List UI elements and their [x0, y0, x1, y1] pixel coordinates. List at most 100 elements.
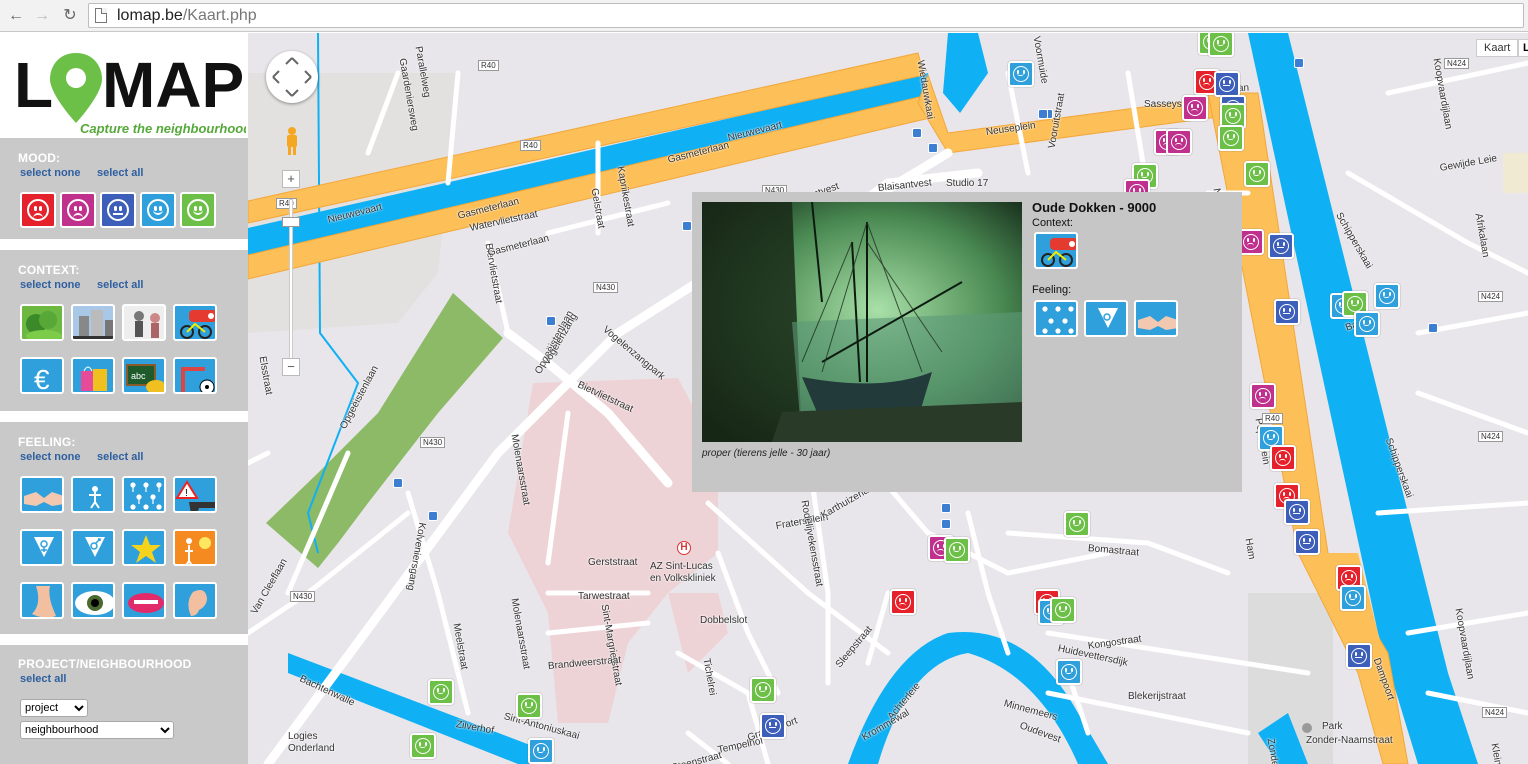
street-label: Zonder-Naamstraat [1306, 735, 1393, 746]
danger-icon[interactable]: ! [173, 476, 217, 513]
alone-icon[interactable] [71, 476, 115, 513]
face-icon [895, 594, 911, 610]
feeling-select-all[interactable]: select all [97, 451, 143, 463]
reload-icon[interactable]: ↻ [60, 6, 80, 26]
mood-marker[interactable] [1214, 71, 1240, 97]
mood-select-none[interactable]: select none [20, 167, 81, 179]
mood-title: MOOD: [18, 151, 61, 165]
back-arrow-icon[interactable]: ← [6, 6, 26, 26]
mood-marker[interactable] [1208, 33, 1234, 57]
crowd-icon[interactable] [122, 476, 166, 513]
map-canvas[interactable]: Nieuwevaart Nieuwevaart Gasmeterlaan Gasmet… [248, 33, 1528, 764]
mood-marker[interactable] [1064, 511, 1090, 537]
neighbourhood-select[interactable]: neighbourhood [20, 721, 174, 739]
mood-marker[interactable] [1268, 233, 1294, 259]
mood-marker[interactable] [890, 589, 916, 615]
bus-stop-icon[interactable] [912, 128, 922, 138]
eye-icon[interactable] [71, 582, 115, 619]
bus-stop-icon[interactable] [941, 503, 951, 513]
mood-very-sad-button[interactable] [20, 192, 56, 228]
bus-stop-icon[interactable] [1038, 109, 1048, 119]
mood-marker[interactable] [1250, 383, 1276, 409]
mood-marker[interactable] [760, 713, 786, 739]
people-icon[interactable] [122, 304, 166, 341]
mood-marker[interactable] [1182, 95, 1208, 121]
mood-marker[interactable] [1354, 311, 1380, 337]
face-icon [1275, 450, 1291, 466]
mood-marker[interactable] [750, 677, 776, 703]
map-type-button[interactable]: Kaart [1476, 39, 1519, 57]
nose-icon[interactable] [20, 582, 64, 619]
street-label: Park [1322, 721, 1343, 732]
shopping-icon[interactable] [71, 357, 115, 394]
bus-stop-icon[interactable] [941, 519, 951, 529]
star-icon[interactable] [122, 529, 166, 566]
svg-text:!: ! [185, 488, 188, 499]
mood-marker[interactable] [1008, 61, 1034, 87]
street-view-pegman-icon[interactable] [284, 125, 300, 157]
mood-marker[interactable] [1294, 529, 1320, 555]
park-icon[interactable] [1302, 723, 1312, 733]
mood-marker[interactable] [1056, 659, 1082, 685]
male-icon[interactable] [71, 529, 115, 566]
mood-sad-button[interactable] [60, 192, 96, 228]
map-type-button-2[interactable]: L [1518, 39, 1528, 57]
face-icon [1225, 108, 1241, 124]
context-select-none[interactable]: select none [20, 279, 81, 291]
mood-marker[interactable] [516, 693, 542, 719]
bus-stop-icon[interactable] [928, 143, 938, 153]
zoom-in-button[interactable]: + [282, 170, 300, 188]
playground-icon[interactable] [173, 357, 217, 394]
female-icon[interactable] [20, 529, 64, 566]
mood-neutral-button[interactable] [100, 192, 136, 228]
mood-marker[interactable] [1374, 283, 1400, 309]
street-label: Tarwestraat [578, 591, 630, 602]
mood-marker[interactable] [1050, 597, 1076, 623]
pan-control[interactable] [266, 51, 318, 103]
bus-stop-icon[interactable] [393, 478, 403, 488]
context-select-all[interactable]: select all [97, 279, 143, 291]
mood-marker[interactable] [1166, 129, 1192, 155]
mood-marker[interactable] [428, 679, 454, 705]
ear-icon[interactable] [173, 582, 217, 619]
project-select[interactable]: project [20, 699, 88, 717]
forward-arrow-icon[interactable]: → [32, 6, 52, 26]
popup-title: Oude Dokken - 9000 [1032, 200, 1157, 215]
mouth-icon[interactable] [122, 582, 166, 619]
hospital-icon[interactable]: H [677, 541, 691, 555]
mood-marker[interactable] [1244, 161, 1270, 187]
mood-marker[interactable] [1218, 125, 1244, 151]
mood-very-happy-button[interactable] [180, 192, 216, 228]
face-icon [27, 199, 49, 221]
bus-stop-icon[interactable] [682, 221, 692, 231]
project-select-all[interactable]: select all [20, 673, 66, 685]
feeling-panel: FEELING: select none select all ! [0, 422, 248, 634]
bus-stop-icon[interactable] [428, 511, 438, 521]
euro-icon[interactable]: € [20, 357, 64, 394]
zoom-out-button[interactable]: − [282, 358, 300, 376]
mood-marker[interactable] [528, 738, 554, 764]
bus-stop-icon[interactable] [1428, 323, 1438, 333]
mood-select-all[interactable]: select all [97, 167, 143, 179]
street-label: AZ Sint-Lucas [650, 561, 713, 572]
mood-marker[interactable] [1274, 299, 1300, 325]
mood-marker[interactable] [1284, 499, 1310, 525]
traffic-icon[interactable] [173, 304, 217, 341]
buildings-icon[interactable] [71, 304, 115, 341]
mood-happy-button[interactable] [140, 192, 176, 228]
zoom-slider-handle[interactable] [282, 217, 300, 227]
bus-stop-icon[interactable] [546, 316, 556, 326]
mood-marker[interactable] [1340, 585, 1366, 611]
school-icon[interactable]: abc [122, 357, 166, 394]
feeling-select-none[interactable]: select none [20, 451, 81, 463]
address-bar[interactable]: lomap.be/Kaart.php [88, 3, 1524, 28]
mood-marker[interactable] [944, 537, 970, 563]
mood-marker[interactable] [1270, 445, 1296, 471]
mood-marker[interactable] [410, 733, 436, 759]
mood-panel: MOOD: select none select all [0, 138, 248, 239]
idea-icon[interactable] [173, 529, 217, 566]
bus-stop-icon[interactable] [1294, 58, 1304, 68]
handshake-icon[interactable] [20, 476, 64, 513]
nature-icon[interactable] [20, 304, 64, 341]
mood-marker[interactable] [1346, 643, 1372, 669]
